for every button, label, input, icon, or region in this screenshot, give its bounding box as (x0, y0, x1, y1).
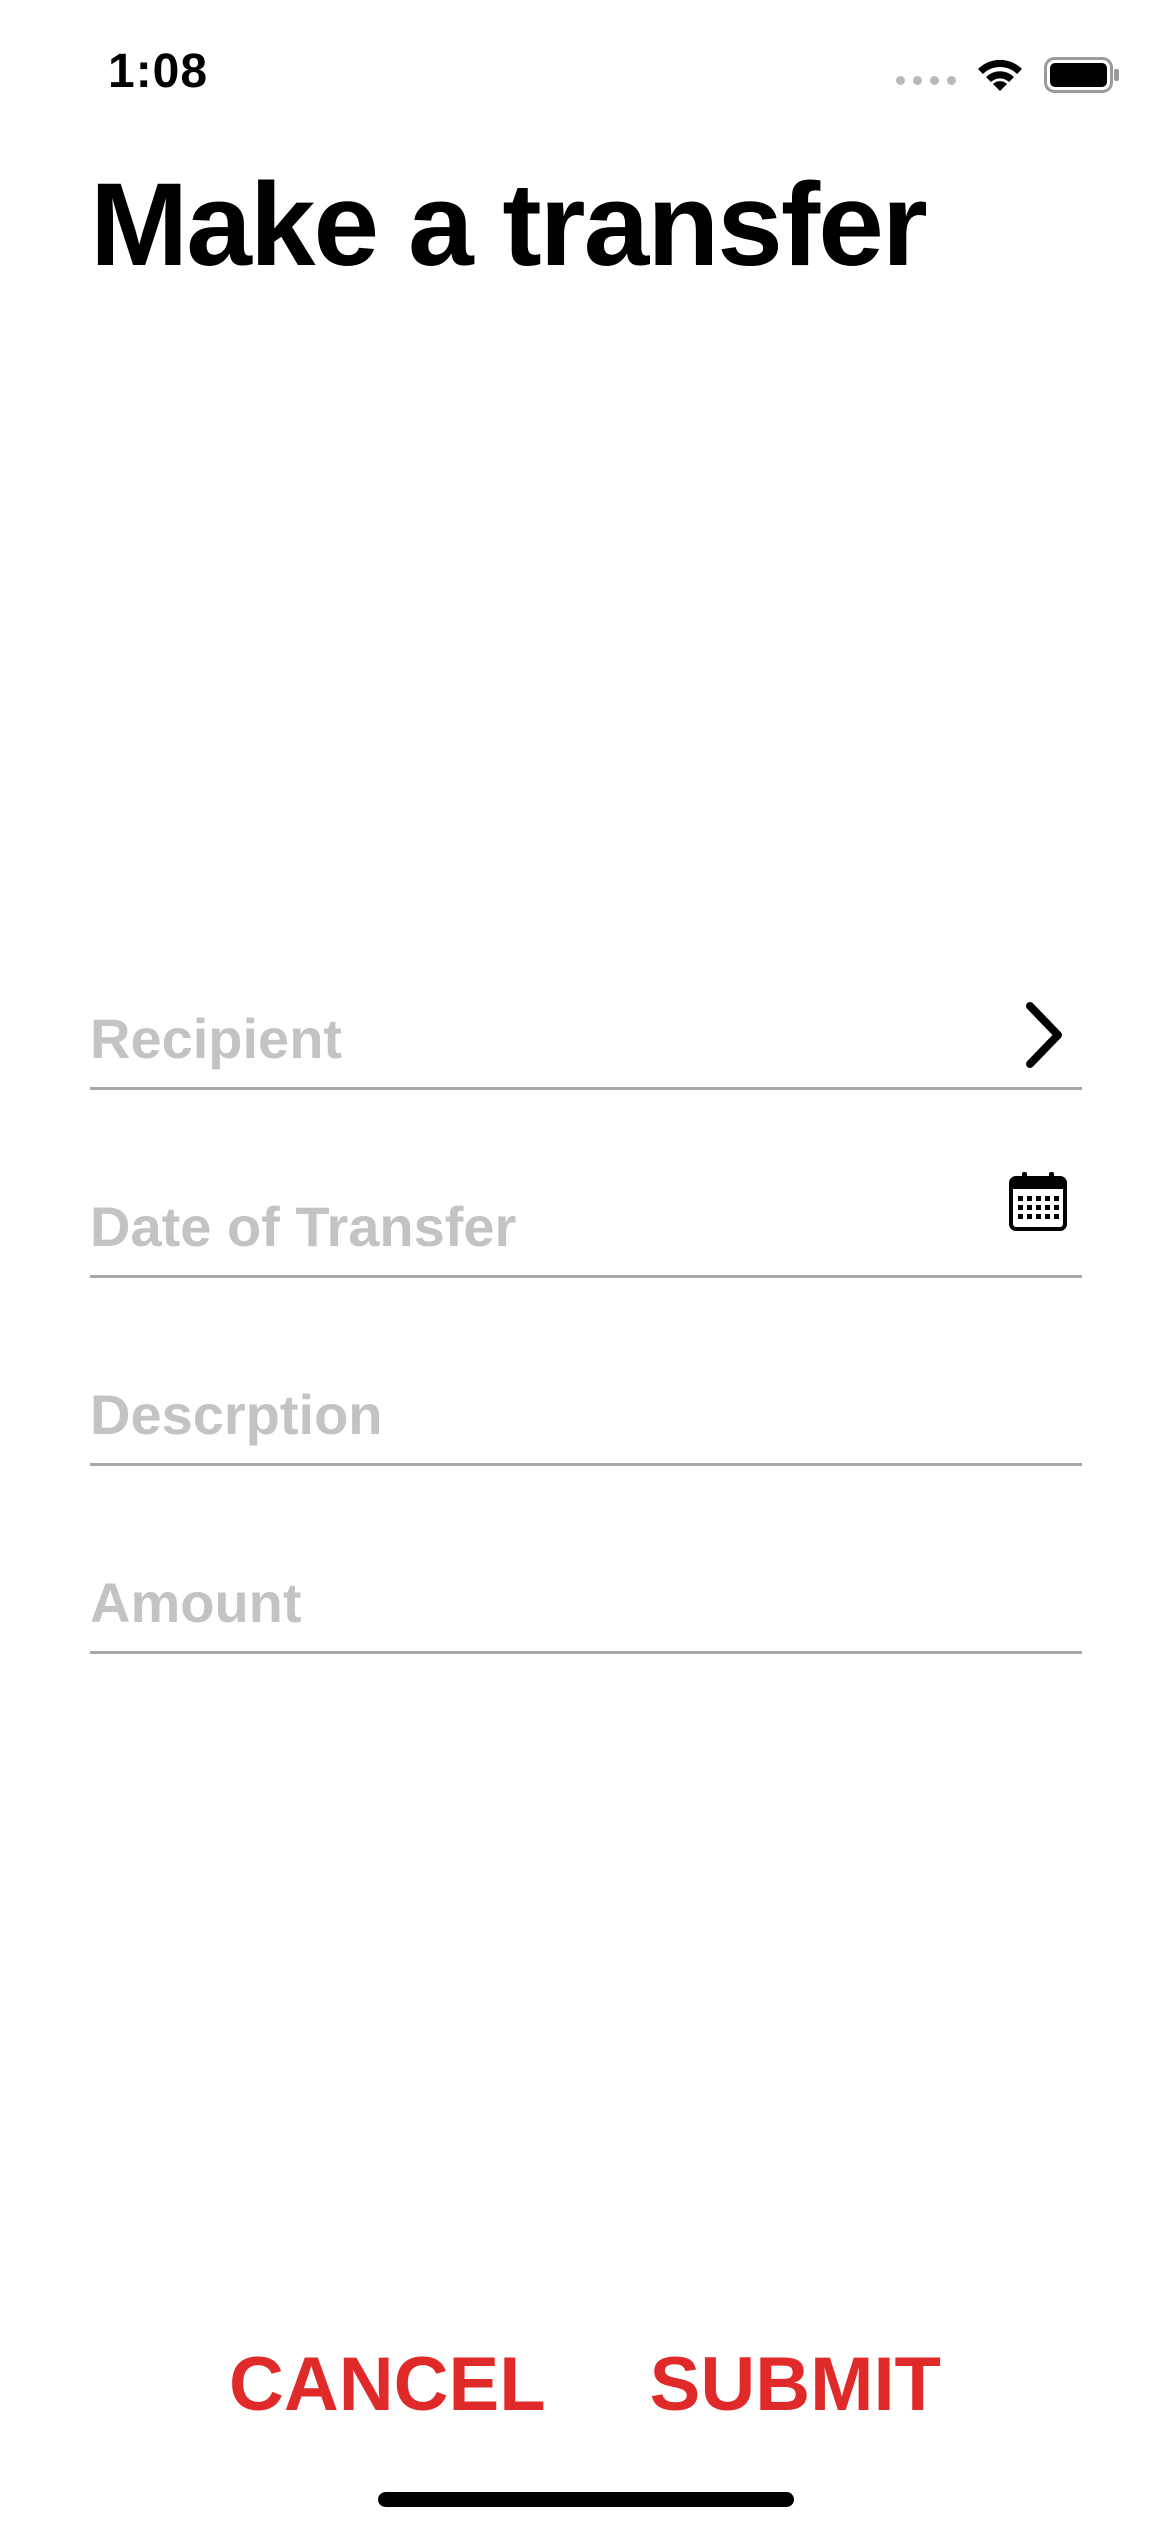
battery-icon (1044, 57, 1120, 93)
status-icons (896, 52, 1120, 98)
date-of-transfer-input[interactable] (90, 1191, 990, 1261)
transfer-screen: 1:08 Make a transfer Recipient Date of T… (0, 0, 1170, 2532)
action-bar: CANCEL SUBMIT (0, 2340, 1170, 2430)
amount-field[interactable] (90, 1544, 1082, 1654)
description-input[interactable] (90, 1379, 990, 1449)
chevron-right-icon[interactable] (1020, 1000, 1068, 1070)
description-field[interactable] (90, 1356, 1082, 1466)
home-indicator[interactable] (378, 2492, 794, 2507)
date-of-transfer-field[interactable] (90, 1168, 1082, 1278)
page-title: Make a transfer (90, 159, 928, 291)
recipient-input[interactable] (90, 1003, 990, 1073)
amount-input[interactable] (90, 1567, 990, 1637)
submit-button[interactable]: SUBMIT (650, 2340, 941, 2430)
cancel-button[interactable]: CANCEL (229, 2340, 546, 2430)
status-time: 1:08 (108, 45, 209, 98)
signal-dots-icon (896, 65, 956, 85)
calendar-icon[interactable] (1008, 1170, 1068, 1232)
wifi-icon (974, 55, 1026, 95)
recipient-field[interactable] (90, 980, 1082, 1090)
